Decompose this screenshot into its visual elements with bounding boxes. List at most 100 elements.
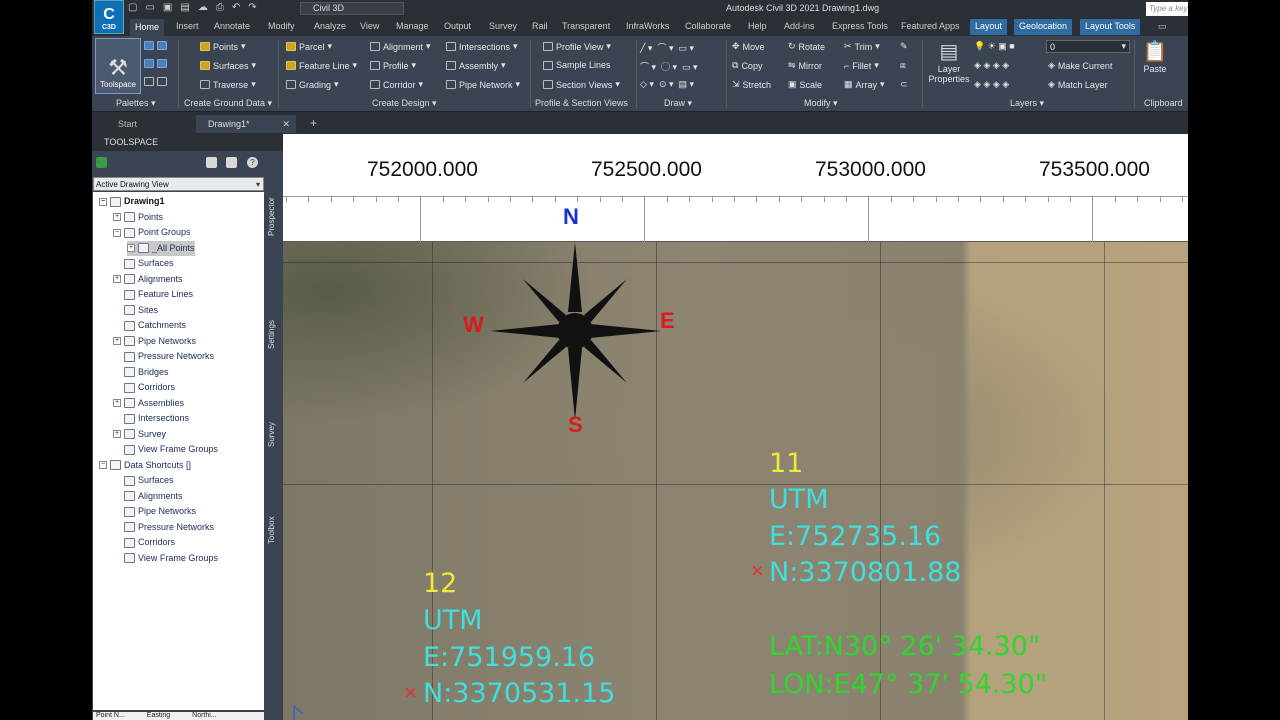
tree-item[interactable]: Surfaces	[113, 473, 174, 488]
profile-menu[interactable]: Profile ▾	[370, 60, 416, 71]
refresh-icon[interactable]	[96, 157, 107, 168]
save-icon[interactable]: ▣	[163, 2, 172, 13]
col-northing[interactable]: Northi...	[192, 712, 217, 720]
mirror-button[interactable]: ⇋ Mirror	[788, 60, 822, 71]
rotate-button[interactable]: ↻ Rotate	[788, 41, 825, 52]
tab-add-ins[interactable]: Add-ins	[784, 21, 815, 31]
ribbon-minimize-icon[interactable]: ▭	[1158, 21, 1167, 32]
palette-icon[interactable]	[144, 59, 167, 68]
palette-icon[interactable]	[144, 77, 167, 86]
new-tab-button[interactable]: +	[310, 116, 317, 130]
group-palettes[interactable]: Palettes ▾	[116, 98, 156, 109]
trim-button[interactable]: ✂ Trim ▾	[844, 41, 880, 52]
tree-item[interactable]: Feature Lines	[113, 287, 193, 302]
tree-item[interactable]: Surfaces	[113, 256, 174, 271]
array-button[interactable]: ▦ Array ▾	[844, 79, 885, 90]
tree-item[interactable]: Corridors	[113, 380, 175, 395]
surfaces-menu[interactable]: Surfaces ▾	[200, 60, 256, 71]
tab-start[interactable]: Start	[106, 115, 196, 133]
tab-featured-apps[interactable]: Featured Apps	[901, 21, 960, 31]
expand-toggle-icon[interactable]	[113, 368, 121, 376]
paste-button[interactable]: 📋 Paste	[1140, 40, 1170, 74]
section-views-menu[interactable]: Section Views ▾	[543, 79, 620, 90]
tree-item[interactable]: Pressure Networks	[113, 520, 214, 535]
app-menu-button[interactable]: C C3D	[94, 0, 124, 34]
tree-item[interactable]: Pipe Networks	[113, 504, 196, 519]
tab-geolocation[interactable]: Geolocation	[1014, 19, 1073, 35]
tree-item[interactable]: + _All Points	[127, 240, 195, 256]
help-icon[interactable]: ?	[247, 157, 258, 168]
col-easting[interactable]: Easting	[147, 712, 170, 720]
view-select-dropdown[interactable]: Active Drawing View ▾	[93, 177, 264, 191]
tab-manage[interactable]: Manage	[396, 21, 429, 31]
expand-toggle-icon[interactable]: +	[127, 244, 135, 252]
print-icon[interactable]: ⎙	[216, 2, 224, 13]
tab-layout[interactable]: Layout	[970, 19, 1008, 35]
tab-infraworks[interactable]: InfraWorks	[626, 21, 669, 31]
match-layer-button[interactable]: ◈ Match Layer	[1048, 79, 1107, 90]
expand-toggle-icon[interactable]	[113, 291, 121, 299]
undo-icon[interactable]: ↶	[232, 2, 240, 13]
expand-toggle-icon[interactable]	[113, 415, 121, 423]
tree-item[interactable]: + Survey	[113, 427, 166, 442]
expand-toggle-icon[interactable]	[113, 492, 121, 500]
expand-toggle-icon[interactable]: +	[113, 213, 121, 221]
intersections-menu[interactable]: Intersections ▾	[446, 41, 518, 52]
expand-toggle-icon[interactable]: +	[113, 430, 121, 438]
profile-view-menu[interactable]: Profile View ▾	[543, 41, 611, 52]
tree-item[interactable]: − Data Shortcuts []	[99, 458, 191, 473]
group-create-design[interactable]: Create Design ▾	[372, 98, 437, 109]
open-file-icon[interactable]: ▭	[145, 2, 154, 13]
tree-item[interactable]: Alignments	[113, 489, 183, 504]
explode-icon[interactable]: ⧈	[900, 60, 906, 71]
spline-tool-icon[interactable]: ◇ ▾ ⊙ ▾ ▤ ▾	[640, 79, 694, 90]
tab-rail[interactable]: Rail	[532, 21, 548, 31]
tab-analyze[interactable]: Analyze	[314, 21, 346, 31]
item-view-icon[interactable]	[226, 157, 237, 168]
workspace-select[interactable]: Civil 3D	[300, 2, 404, 15]
scale-button[interactable]: ▣ Scale	[788, 79, 822, 90]
new-file-icon[interactable]: ▢	[128, 2, 137, 13]
close-icon[interactable]: ✕	[282, 115, 290, 133]
expand-toggle-icon[interactable]: +	[113, 275, 121, 283]
tab-annotate[interactable]: Annotate	[214, 21, 250, 31]
group-profile-section-views[interactable]: Profile & Section Views	[535, 98, 628, 108]
tree-item[interactable]: Catchments	[113, 318, 186, 333]
tab-layout-tools[interactable]: Layout Tools	[1080, 19, 1141, 35]
tab-insert[interactable]: Insert	[176, 21, 199, 31]
tree-view-icon[interactable]	[206, 157, 217, 168]
tab-modify[interactable]: Modify	[268, 21, 295, 31]
tree-item[interactable]: + Points	[113, 210, 163, 225]
tab-transparent[interactable]: Transparent	[562, 21, 610, 31]
layer-state-icons[interactable]: 💡 ☀ ▣ ■	[974, 41, 1015, 52]
point-12-marker[interactable]: ×	[404, 682, 417, 704]
layer-dropdown[interactable]: 0 ▾	[1046, 40, 1130, 53]
tab-output[interactable]: Output	[444, 21, 471, 31]
parcel-menu[interactable]: Parcel ▾	[286, 41, 332, 52]
expand-toggle-icon[interactable]	[113, 353, 121, 361]
search-input[interactable]: Type a key	[1146, 2, 1188, 16]
fillet-button[interactable]: ⌐ Fillet ▾	[844, 60, 879, 71]
stretch-button[interactable]: ⇲ Stretch	[732, 79, 771, 90]
tab-view[interactable]: View	[360, 21, 379, 31]
tab-collaborate[interactable]: Collaborate	[685, 21, 731, 31]
expand-toggle-icon[interactable]	[113, 306, 121, 314]
alignment-menu[interactable]: Alignment ▾	[370, 41, 431, 52]
group-modify[interactable]: Modify ▾	[804, 98, 838, 109]
move-button[interactable]: ✥ Move	[732, 41, 765, 52]
tab-drawing1[interactable]: Drawing1* ✕	[196, 115, 296, 133]
tree-item[interactable]: View Frame Groups	[113, 551, 218, 566]
layer-properties-button[interactable]: ▤ Layer Properties	[926, 40, 972, 84]
layer-tools-row1[interactable]: ◈ ◈ ◈ ◈	[974, 60, 1009, 71]
tree-item[interactable]: + Assemblies	[113, 396, 184, 411]
assembly-menu[interactable]: Assembly ▾	[446, 60, 506, 71]
group-layers[interactable]: Layers ▾	[1010, 98, 1044, 109]
expand-toggle-icon[interactable]	[113, 260, 121, 268]
vtab-survey[interactable]: Survey	[267, 395, 282, 475]
erase-icon[interactable]: ✎	[900, 41, 908, 52]
feature-line-menu[interactable]: Feature Line ▾	[286, 60, 357, 71]
expand-toggle-icon[interactable]: +	[113, 337, 121, 345]
copy-button[interactable]: ⧉ Copy	[732, 60, 762, 71]
palette-icon[interactable]	[144, 41, 167, 50]
expand-toggle-icon[interactable]	[113, 508, 121, 516]
